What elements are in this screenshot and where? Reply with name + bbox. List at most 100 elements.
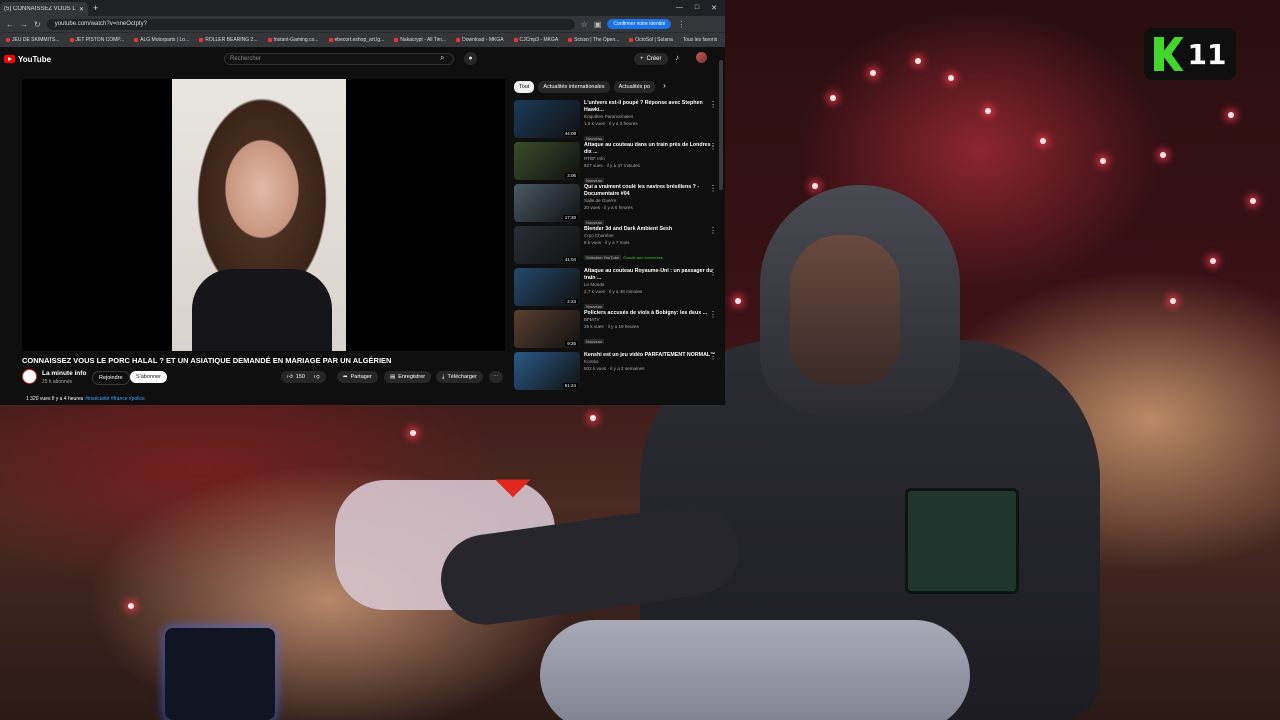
download-button[interactable]: ⤓ Télécharger [436, 371, 483, 383]
recommendation-meta: 627 vues · il y a 37 minutes [584, 162, 640, 168]
bookmark-item[interactable]: Instant-Gaming.co... [267, 37, 319, 43]
video-thumbnail[interactable]: 41:04 [514, 226, 580, 264]
bookmark-item[interactable]: ALG Motorparts | Lo... [134, 37, 189, 43]
recommendation-item[interactable]: 41:04 Blender 3d and Dark Ambient Sesh Cry… [514, 226, 719, 268]
recommendation-title[interactable]: Policiers accusés de viols à Bobigny: le… [584, 310, 719, 317]
join-button[interactable]: Rejoindre [92, 371, 130, 385]
reload-icon[interactable]: ↻ [34, 20, 41, 29]
recommendation-title[interactable]: Qui a vraiment coulé les navires brésili… [584, 184, 719, 198]
video-player[interactable] [22, 79, 505, 351]
download-icon: ⤓ [442, 373, 445, 380]
recommendation-badge: Sélection YouTube [584, 255, 622, 260]
more-options-icon[interactable]: ⋮ [709, 310, 717, 319]
create-button[interactable]: + Créer [634, 53, 668, 65]
duration-badge: 3:06 [565, 173, 578, 178]
search-icon[interactable]: ⌕ [440, 53, 444, 63]
menu-icon[interactable]: ⋮ [677, 20, 685, 29]
bookmark-item[interactable]: ROLLER BEARING 2... [199, 37, 258, 43]
recommendation-title[interactable]: Attaque au couteau dans un train près de… [584, 142, 719, 156]
more-options-icon[interactable]: ⋮ [709, 142, 717, 151]
person-legs [540, 620, 970, 720]
star-icon[interactable]: ☆ [581, 20, 588, 29]
channel-avatar[interactable] [22, 369, 37, 384]
more-options-icon[interactable]: ⋮ [709, 268, 717, 277]
thumbs-up-icon: 👍︎ [287, 374, 293, 380]
duration-badge: 51:24 [562, 383, 578, 388]
all-bookmarks[interactable]: Tous les favoris [683, 37, 717, 43]
mic-icon[interactable]: ● [464, 52, 477, 65]
more-options-icon[interactable]: ⋮ [709, 184, 717, 193]
more-actions-button[interactable]: ⋯ [489, 371, 503, 383]
bookmark-item[interactable]: Scisso | The Open... [568, 37, 619, 43]
video-thumbnail[interactable]: 17:30 [514, 184, 580, 222]
browser-tab[interactable]: (5) CONNAISSEZ VOUS LE ✕ [0, 2, 88, 16]
phone-on-stand [905, 488, 1019, 594]
video-thumbnail[interactable]: 9:25 [514, 310, 580, 348]
recommendation-meta: 502 k vues · il y a 2 semaines [584, 365, 645, 371]
window-controls: — □ ✕ [676, 4, 725, 12]
video-thumbnail[interactable]: 2:23 [514, 268, 580, 306]
bookmark-item[interactable]: Nakacrypt - All Tim... [394, 37, 446, 43]
bell-icon[interactable]: ♪ [675, 53, 679, 62]
recommendation-title[interactable]: L'univers est-il poupé ? Réponse avec St… [584, 100, 719, 114]
close-window-icon[interactable]: ✕ [711, 4, 717, 12]
confirm-identity-button[interactable]: Confirmer votre identité [607, 19, 672, 29]
bookmark-item[interactable]: CJCmp3 - MKGA [513, 37, 558, 43]
browser-window: (5) CONNAISSEZ VOUS LE ✕ + — □ ✕ ← → ↻ y… [0, 0, 725, 405]
bookmark-item[interactable]: JEU DE SKIMMITS... [6, 37, 60, 43]
youtube-logo[interactable]: YouTube [4, 55, 51, 64]
video-thumbnail[interactable]: 44:09 [514, 100, 580, 138]
recommendation-title[interactable]: Kenshi est un jeu vidéo PARFAITEMENT NOR… [584, 352, 719, 359]
recommendation-item[interactable]: 51:24 Kenshi est un jeu vidéo PARFAITEMEN… [514, 352, 719, 394]
forward-icon[interactable]: → [20, 20, 28, 29]
recommendation-meta: 1,6 k vues · il y a 3 heures [584, 120, 638, 126]
new-tab-button[interactable]: + [93, 3, 98, 13]
video-description[interactable]: 1 320 vues Il y a 4 heures #insécurité #f… [26, 396, 145, 402]
recommendation-item[interactable]: 3:06 Attaque au couteau dans un train prè… [514, 142, 719, 184]
address-bar: ← → ↻ youtube.com/watch?v=nneOctpty? ☆ ▣… [0, 16, 725, 32]
subscribe-button[interactable]: S'abonner [130, 371, 167, 383]
back-icon[interactable]: ← [6, 20, 14, 29]
more-options-icon[interactable]: ⋮ [709, 226, 717, 235]
channel-name[interactable]: La minute info [42, 370, 86, 377]
recommendation-item[interactable]: 17:30 Qui a vraiment coulé les navires br… [514, 184, 719, 226]
bookmark-item[interactable]: ebecort.eshop_art.lg... [328, 37, 384, 43]
minimize-icon[interactable]: — [676, 4, 683, 12]
recommendation-badge: Nouveau [584, 304, 605, 309]
chip-international[interactable]: Actualités internationales [538, 81, 610, 93]
recommendation-title[interactable]: Attaque au couteau Royaume-Uni : un pass… [584, 268, 719, 282]
scrollbar[interactable] [719, 60, 723, 190]
video-thumbnail[interactable]: 3:06 [514, 142, 580, 180]
maximize-icon[interactable]: □ [695, 4, 699, 12]
youtube-play-icon [4, 55, 15, 63]
bookmark-item[interactable]: Download - MKGA [456, 37, 504, 43]
video-thumbnail[interactable]: 51:24 [514, 352, 580, 390]
devil-eyes-icon: ◥◤ [496, 474, 530, 499]
extensions-icon[interactable]: ▣ [594, 20, 602, 29]
chevron-right-icon[interactable]: › [663, 81, 666, 93]
chip-politics[interactable]: Actualités po [613, 81, 656, 93]
bookmark-item[interactable]: OctoSol | Solana [629, 37, 673, 43]
recommendation-item[interactable]: 2:23 Attaque au couteau Royaume-Uni : un … [514, 268, 719, 310]
avatar[interactable] [696, 52, 707, 63]
duration-badge: 9:25 [565, 341, 578, 346]
save-button[interactable]: ▤ Enregistrer [384, 371, 432, 383]
more-options-icon[interactable]: ⋮ [709, 100, 717, 109]
more-options-icon[interactable]: ⋮ [709, 352, 717, 361]
like-button[interactable]: 👍︎ 150 👎︎ [281, 371, 326, 383]
share-button[interactable]: ➦ Partager [337, 371, 378, 383]
close-tab-icon[interactable]: ✕ [79, 6, 84, 13]
recommendation-badge: Nouveau [584, 220, 605, 225]
recommendation-item[interactable]: 9:25 Policiers accusés de viols à Bobigny… [514, 310, 719, 352]
search-input[interactable]: Rechercher [224, 53, 454, 65]
url-field[interactable]: youtube.com/watch?v=nneOctpty? [46, 18, 575, 30]
save-icon: ▤ [390, 374, 396, 380]
recommendations-list: 44:09 L'univers est-il poupé ? Réponse av… [514, 100, 719, 394]
video-frame [172, 79, 346, 351]
recommendation-title[interactable]: Blender 3d and Dark Ambient Sesh [584, 226, 719, 233]
chip-all[interactable]: Tout [514, 81, 535, 93]
tab-title: (5) CONNAISSEZ VOUS LE [4, 6, 76, 12]
recommendation-item[interactable]: 44:09 L'univers est-il poupé ? Réponse av… [514, 100, 719, 142]
video-title: CONNAISSEZ VOUS LE PORC HALAL ? ET UN AS… [22, 356, 392, 365]
bookmark-item[interactable]: JET PISTON COMP... [69, 37, 124, 43]
